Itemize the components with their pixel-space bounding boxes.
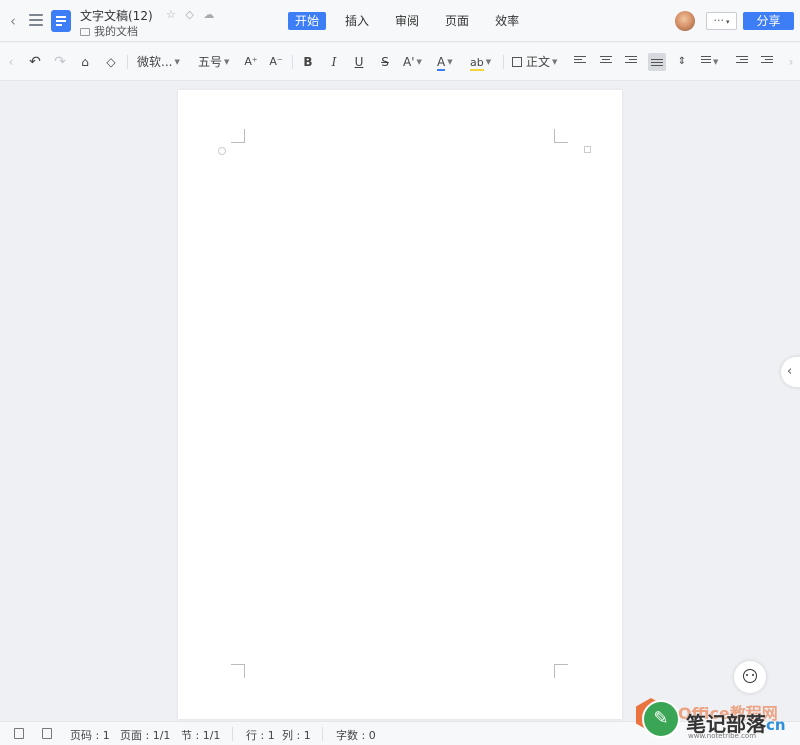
line-spacing-icon[interactable]: ▼ xyxy=(701,54,723,70)
strikethrough-button[interactable]: S xyxy=(379,54,391,70)
watermark-url: www.notetribe.com xyxy=(688,732,757,740)
font-color-label: A xyxy=(437,55,446,71)
chevron-down-icon: ▼ xyxy=(713,58,719,66)
scroll-right-icon[interactable]: › xyxy=(787,54,795,70)
divider xyxy=(503,55,504,69)
share-button[interactable]: 分享 xyxy=(743,12,794,30)
formatting-toolbar: ‹ ↶ ↷ ⌂ ◇ 微软... ▼ 五号 ▼ A⁺ A⁻ B I U S A' ▼ A… xyxy=(0,43,800,81)
title-actions: ☆ ◇ ☁ xyxy=(166,8,220,21)
distribute-icon[interactable]: ⇕ xyxy=(676,54,688,70)
chevron-down-icon: ▾ xyxy=(725,18,730,26)
underline-button[interactable]: U xyxy=(353,54,365,70)
eraser-icon[interactable]: ◇ xyxy=(104,54,118,70)
document-title[interactable]: 文字文稿(12) xyxy=(80,7,153,24)
chevron-down-icon: ▼ xyxy=(224,58,230,66)
align-left-icon[interactable] xyxy=(574,54,586,70)
section-info: 节 : 1/1 xyxy=(181,729,221,742)
highlight-button[interactable]: ab ▼ xyxy=(470,54,496,71)
margin-corner-top-left xyxy=(231,129,245,143)
chevron-down-icon: ▼ xyxy=(485,58,492,66)
tab-page[interactable]: 页面 xyxy=(438,12,476,30)
font-family-select[interactable]: 微软... ▼ xyxy=(137,54,189,70)
format-painter-icon[interactable]: ⌂ xyxy=(78,54,92,70)
undo-icon[interactable]: ↶ xyxy=(28,54,42,70)
tab-insert[interactable]: 插入 xyxy=(338,12,376,30)
justify-icon[interactable] xyxy=(648,53,666,71)
bold-button[interactable]: B xyxy=(302,54,314,70)
outline-view-icon[interactable] xyxy=(42,728,52,739)
watermark-suffix: cn xyxy=(766,716,786,734)
more-button[interactable]: ··· ▾ xyxy=(706,12,737,30)
page-number: 页码 : 1 xyxy=(70,729,110,742)
tag-icon[interactable]: ◇ xyxy=(185,8,193,21)
font-size-select[interactable]: 五号 ▼ xyxy=(198,54,234,70)
style-icon xyxy=(512,57,522,67)
chevron-down-icon: ▼ xyxy=(416,58,422,66)
document-folder[interactable]: 我的文档 xyxy=(80,23,138,39)
assistant-button[interactable] xyxy=(734,661,766,693)
redo-icon[interactable]: ↷ xyxy=(53,54,67,70)
cloud-icon[interactable]: ☁ xyxy=(203,8,214,21)
assistant-face-icon xyxy=(743,669,757,683)
chevron-down-icon: ▼ xyxy=(552,58,558,66)
ribbon-tabs: 开始 插入 审阅 页面 效率 xyxy=(288,12,538,30)
tab-start[interactable]: 开始 xyxy=(288,12,327,30)
divider xyxy=(232,727,233,741)
word-count: 字数 : 0 xyxy=(336,729,376,742)
back-icon[interactable]: ‹ xyxy=(10,13,22,29)
scroll-left-icon[interactable]: ‹ xyxy=(7,54,15,70)
style-value: 正文 xyxy=(526,55,551,69)
font-family-value: 微软... xyxy=(137,55,173,69)
decrease-indent-icon[interactable] xyxy=(736,54,748,70)
margin-corner-top-right xyxy=(554,129,568,143)
more-label: ··· xyxy=(713,14,724,27)
italic-button[interactable]: I xyxy=(328,54,340,70)
font-effect-button[interactable]: A' ▼ xyxy=(403,54,422,70)
side-panel-toggle[interactable]: ‹ xyxy=(781,357,800,387)
document-icon xyxy=(51,10,71,32)
assistant-eyes-icon xyxy=(746,674,748,676)
chevron-down-icon: ▼ xyxy=(447,58,453,66)
font-color-button[interactable]: A ▼ xyxy=(437,54,461,71)
paragraph-marker-icon xyxy=(218,147,226,155)
menu-icon[interactable] xyxy=(29,14,43,26)
title-bar: ‹ 文字文稿(12) 我的文档 ☆ ◇ ☁ 开始 插入 审阅 页面 效率 ···… xyxy=(0,0,800,42)
comment-marker-icon xyxy=(584,146,591,153)
chevron-down-icon: ▼ xyxy=(174,58,180,66)
grow-font-button[interactable]: A⁺ xyxy=(243,54,259,70)
divider xyxy=(292,55,293,69)
star-icon[interactable]: ☆ xyxy=(166,8,176,21)
page-view-icon[interactable] xyxy=(14,728,24,739)
font-size-value: 五号 xyxy=(198,55,223,69)
align-center-icon[interactable] xyxy=(600,54,612,70)
column-info: 列 : 1 xyxy=(282,729,311,742)
tab-efficiency[interactable]: 效率 xyxy=(488,12,526,30)
highlight-label: ab xyxy=(470,56,484,71)
chevron-left-icon: ‹ xyxy=(787,364,793,379)
folder-label: 我的文档 xyxy=(94,25,138,38)
font-effect-label: A' xyxy=(403,55,415,69)
shrink-font-button[interactable]: A⁻ xyxy=(268,54,284,70)
divider xyxy=(127,55,128,69)
avatar[interactable] xyxy=(675,11,695,31)
margin-corner-bottom-right xyxy=(554,664,568,678)
margin-corner-bottom-left xyxy=(231,664,245,678)
watermark: ✎ Office教程网 笔记部落 cn www.notetribe.com xyxy=(636,694,800,745)
divider xyxy=(322,727,323,741)
page-count: 页面 : 1/1 xyxy=(120,729,171,742)
increase-indent-icon[interactable] xyxy=(761,54,773,70)
pencil-icon: ✎ xyxy=(642,700,680,738)
document-page[interactable] xyxy=(178,90,622,719)
tab-review[interactable]: 审阅 xyxy=(388,12,426,30)
align-right-icon[interactable] xyxy=(625,54,637,70)
row-info: 行 : 1 xyxy=(246,729,275,742)
folder-icon xyxy=(80,28,90,36)
paragraph-style-select[interactable]: 正文 ▼ xyxy=(512,54,564,70)
